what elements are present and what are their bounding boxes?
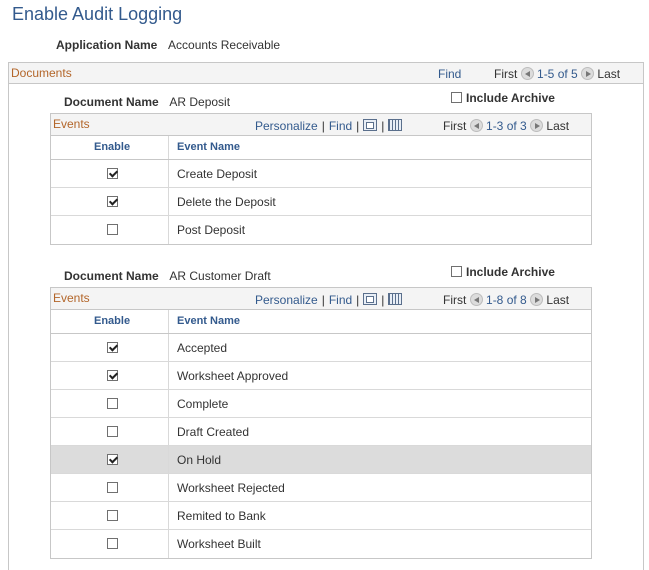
col-enable[interactable]: Enable xyxy=(94,315,130,327)
event-name: Create Deposit xyxy=(177,167,258,181)
application-name-label: Application Name xyxy=(56,38,158,52)
enable-checkbox[interactable] xyxy=(107,168,118,179)
events-next-arrow-icon[interactable] xyxy=(530,119,544,132)
enable-checkbox[interactable] xyxy=(107,224,118,235)
document-name-value: AR Deposit xyxy=(169,95,231,109)
events-first-label: First xyxy=(443,119,467,133)
events-rows: Create Deposit Delete the Deposit Post Dep… xyxy=(51,160,591,244)
view-all-icon[interactable] xyxy=(363,293,378,305)
include-archive-label: Include Archive xyxy=(466,265,555,279)
document-name-label: Document Name xyxy=(64,95,159,109)
enable-checkbox[interactable] xyxy=(107,370,118,381)
events-range: 1-8 of 8 xyxy=(486,293,527,307)
events-title: Events xyxy=(53,117,90,131)
enable-checkbox[interactable] xyxy=(107,482,118,493)
documents-title: Documents xyxy=(11,66,72,80)
events-prev-arrow-icon[interactable] xyxy=(469,119,483,132)
event-name: Worksheet Approved xyxy=(177,369,289,383)
document-name-row: Document Name AR Customer Draft xyxy=(64,269,271,283)
find-link[interactable]: Find xyxy=(329,293,352,307)
events-next-arrow-icon[interactable] xyxy=(530,293,544,306)
include-archive-box[interactable] xyxy=(451,266,462,277)
include-archive-label: Include Archive xyxy=(466,91,555,105)
table-row[interactable]: Delete the Deposit xyxy=(51,188,591,216)
documents-find-link[interactable]: Find xyxy=(438,67,461,81)
event-name: Post Deposit xyxy=(177,223,246,237)
events-first-label: First xyxy=(443,293,467,307)
col-enable[interactable]: Enable xyxy=(94,141,130,153)
event-name: Worksheet Built xyxy=(177,537,261,551)
event-name: Accepted xyxy=(177,341,228,355)
document-name-label: Document Name xyxy=(64,269,159,283)
enable-checkbox[interactable] xyxy=(107,510,118,521)
enable-checkbox[interactable] xyxy=(107,538,118,549)
find-link[interactable]: Find xyxy=(329,119,352,133)
page-title: Enable Audit Logging xyxy=(12,4,183,24)
col-event-name[interactable]: Event Name xyxy=(177,141,240,153)
enable-checkbox[interactable] xyxy=(107,398,118,409)
table-row[interactable]: Draft Created xyxy=(51,418,591,446)
documents-range: 1-5 of 5 xyxy=(537,67,578,81)
event-name: Draft Created xyxy=(177,425,250,439)
events-rows: Accepted Worksheet Approved Complete Draft … xyxy=(51,334,591,558)
events-last-label: Last xyxy=(546,293,570,307)
download-icon[interactable] xyxy=(388,293,403,305)
events-range: 1-3 of 3 xyxy=(486,119,527,133)
events-grid-header: Events Personalize | Find | | First 1-8 of 8… xyxy=(51,288,591,310)
table-row[interactable]: Worksheet Approved xyxy=(51,362,591,390)
event-name: Complete xyxy=(177,397,229,411)
events-grid: Events Personalize | Find | | First 1-8 of 8… xyxy=(50,287,592,559)
table-row[interactable]: Worksheet Rejected xyxy=(51,474,591,502)
table-row[interactable]: Accepted xyxy=(51,334,591,362)
col-event-name[interactable]: Event Name xyxy=(177,315,240,327)
events-tools: Personalize | Find | | xyxy=(255,293,403,307)
documents-pager: First 1-5 of 5 Last xyxy=(494,67,620,81)
events-tools: Personalize | Find | | xyxy=(255,119,403,133)
documents-next-arrow-icon[interactable] xyxy=(581,67,595,80)
events-column-header: Enable Event Name xyxy=(51,310,591,334)
personalize-link[interactable]: Personalize xyxy=(255,119,318,133)
events-last-label: Last xyxy=(546,119,570,133)
enable-checkbox[interactable] xyxy=(107,454,118,465)
documents-last-label: Last xyxy=(597,67,621,81)
view-all-icon[interactable] xyxy=(363,119,378,131)
table-row[interactable]: Worksheet Built xyxy=(51,530,591,558)
events-pager: First 1-3 of 3 Last xyxy=(443,119,569,133)
event-name: Delete the Deposit xyxy=(177,195,276,209)
enable-checkbox[interactable] xyxy=(107,196,118,207)
table-row[interactable]: Complete xyxy=(51,390,591,418)
application-name-value: Accounts Receivable xyxy=(168,38,281,52)
table-row[interactable]: Remited to Bank xyxy=(51,502,591,530)
personalize-link[interactable]: Personalize xyxy=(255,293,318,307)
include-archive-box[interactable] xyxy=(451,92,462,103)
table-row[interactable]: Create Deposit xyxy=(51,160,591,188)
events-grid: Events Personalize | Find | | First 1-3 of 3… xyxy=(50,113,592,245)
events-column-header: Enable Event Name xyxy=(51,136,591,160)
event-name: Remited to Bank xyxy=(177,509,266,523)
documents-header: Documents Find First 1-5 of 5 Last xyxy=(8,62,644,84)
events-title: Events xyxy=(53,291,90,305)
include-archive-checkbox[interactable]: Include Archive xyxy=(451,265,555,279)
documents-prev-arrow-icon[interactable] xyxy=(520,67,534,80)
events-pager: First 1-8 of 8 Last xyxy=(443,293,569,307)
document-name-value: AR Customer Draft xyxy=(169,269,271,283)
enable-checkbox[interactable] xyxy=(107,426,118,437)
include-archive-checkbox[interactable]: Include Archive xyxy=(451,91,555,105)
event-name: Worksheet Rejected xyxy=(177,481,285,495)
documents-first-label: First xyxy=(494,67,518,81)
events-prev-arrow-icon[interactable] xyxy=(469,293,483,306)
download-icon[interactable] xyxy=(388,119,403,131)
document-name-row: Document Name AR Deposit xyxy=(64,95,230,109)
events-grid-header: Events Personalize | Find | | First 1-3 of 3… xyxy=(51,114,591,136)
application-row: Application Name Accounts Receivable xyxy=(56,38,280,52)
table-row[interactable]: On Hold xyxy=(51,446,591,474)
event-name: On Hold xyxy=(177,453,222,467)
table-row[interactable]: Post Deposit xyxy=(51,216,591,244)
enable-checkbox[interactable] xyxy=(107,342,118,353)
